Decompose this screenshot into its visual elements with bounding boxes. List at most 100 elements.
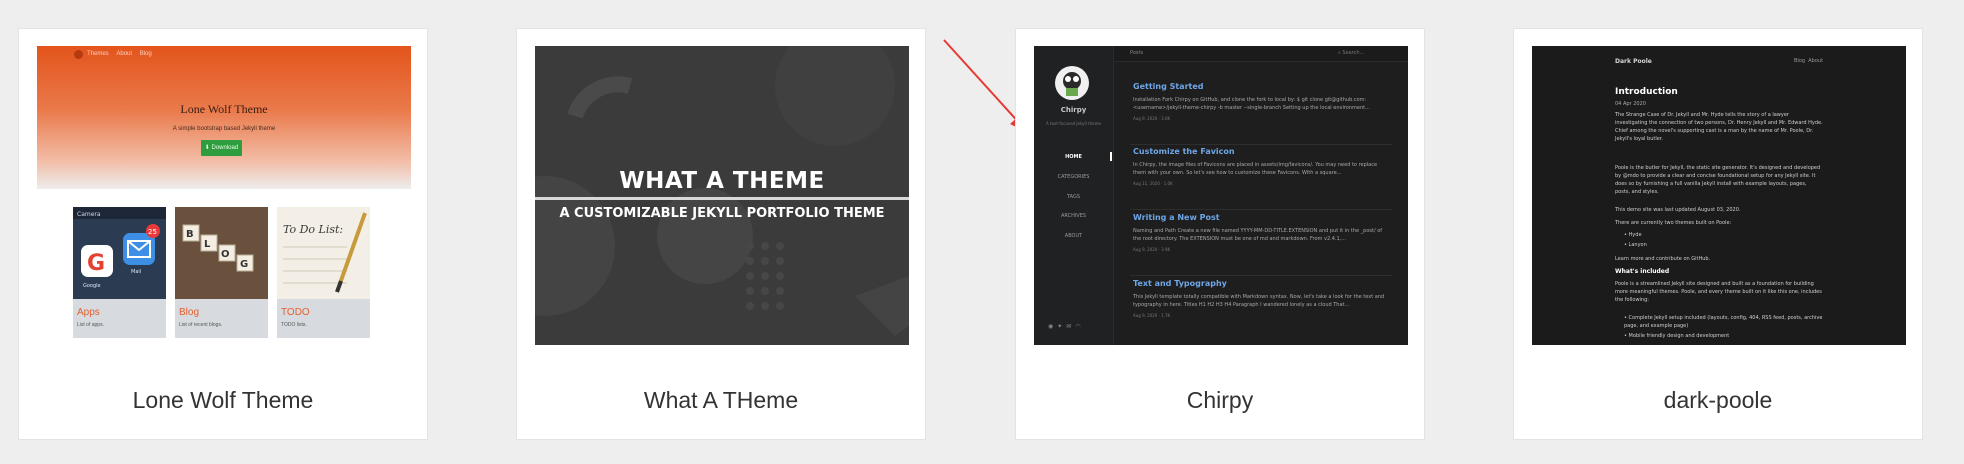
tile-caption: Apps (77, 307, 100, 318)
post-title: Customize the Favicon (1133, 147, 1235, 156)
post-separator (1130, 275, 1392, 276)
tile-desc: TODO lists. (281, 322, 307, 328)
theme-card-lone-wolf[interactable]: Themes About Blog Lone Wolf Theme A simp… (18, 28, 428, 440)
lone-wolf-preview: Themes About Blog Lone Wolf Theme A simp… (37, 46, 411, 345)
badge-count: 25 (148, 228, 157, 236)
post-excerpt: Installation Fork Chirpy on GitHub, and … (1133, 97, 1370, 111)
tile-desc: List of recent blogs. (179, 322, 223, 328)
email-icon: ✉ (1066, 323, 1076, 330)
theme-card-chirpy[interactable]: Chirpy A text-focused Jekyll theme HOME … (1015, 28, 1425, 440)
paragraph: There are currently two themes built on … (1615, 220, 1732, 226)
post-separator (1130, 144, 1392, 145)
nav-categories: CATEGORIES (1057, 174, 1090, 180)
list-item: • Mobile friendly design and development (1624, 333, 1730, 339)
tile-caption: Blog (179, 307, 200, 318)
theme-preview-image[interactable]: Themes About Blog Lone Wolf Theme A simp… (37, 46, 411, 345)
tile-apps: Camera G Google Mail 25 Apps List of app (73, 207, 166, 338)
post-meta: Aug 11, 2020 · 1.0K (1133, 181, 1173, 186)
post-title: Writing a New Post (1133, 213, 1220, 222)
preview-heading: WHAT A THEME (619, 168, 825, 194)
post-excerpt: In Chirpy, the image files of Favicons a… (1133, 162, 1378, 176)
post-item: Getting Started Installation Fork Chirpy… (1133, 82, 1388, 121)
svg-text:G: G (240, 259, 248, 270)
paragraph: Poole is a streamlined Jekyll site desig… (1615, 281, 1822, 303)
tile-todo: To Do List: TODO TODO lists. (277, 207, 370, 338)
post-meta: Aug 9, 2020 · 3.0K (1133, 116, 1171, 121)
theme-title[interactable]: Lone Wolf Theme (19, 387, 427, 414)
svg-text:Google: Google (83, 283, 101, 289)
post-excerpt: Naming and Path Create a new file named … (1133, 228, 1383, 242)
post-title: Text and Typography (1133, 279, 1227, 288)
theme-preview-image[interactable]: Chirpy A text-focused Jekyll theme HOME … (1034, 46, 1408, 345)
paragraph: This demo site was last updated August 0… (1615, 207, 1741, 213)
rss-icon: ◠ (1075, 323, 1085, 330)
svg-text:G: G (87, 251, 105, 276)
blog-blocks-image: BLOG (175, 207, 268, 299)
post-item: Customize the Favicon In Chirpy, the ima… (1133, 147, 1388, 186)
preview-subheading: A CUSTOMIZABLE JEKYLL PORTFOLIO THEME (559, 206, 885, 221)
svg-text:O: O (221, 249, 230, 260)
preview-brand: Dark Poole (1615, 58, 1652, 65)
theme-gallery: Themes About Blog Lone Wolf Theme A simp… (0, 0, 1964, 464)
active-indicator (1110, 152, 1112, 161)
svg-text:L: L (204, 239, 211, 250)
theme-title[interactable]: dark-poole (1514, 387, 1922, 414)
post-title: Getting Started (1133, 82, 1204, 91)
site-name: Chirpy (1060, 106, 1087, 114)
divider (535, 197, 909, 200)
nav-home: HOME (1065, 154, 1082, 160)
tile-desc: List of apps. (77, 322, 104, 328)
svg-text:B: B (186, 229, 194, 240)
site-tagline: A text-focused Jekyll theme (1046, 121, 1101, 126)
nav-archives: ARCHIVES (1060, 213, 1087, 219)
post-meta: Aug 9, 2020 · 3.9K (1133, 247, 1171, 252)
list-item: • Complete Jekyll setup included (layout… (1624, 315, 1823, 329)
paragraph: Poole is the butler for Jekyll, the stat… (1615, 165, 1821, 195)
search-icon: ⌕ (1338, 50, 1341, 56)
svg-text:Mail: Mail (131, 269, 141, 275)
phone-apps-image: Camera G Google Mail 25 (73, 207, 166, 299)
theme-card-what-a-theme[interactable]: WHAT A THEME A CUSTOMIZABLE JEKYLL PORTF… (516, 28, 926, 440)
preview-hero (37, 46, 411, 189)
todo-note-image: To Do List: (277, 207, 370, 299)
download-button: ⬇ Download (201, 140, 242, 156)
preview-nav: Blog About (1794, 58, 1824, 64)
nav-about: ABOUT (1064, 233, 1083, 239)
github-icon: ◉ (1048, 323, 1058, 330)
nav-tags: TAGS (1066, 194, 1081, 200)
avatar (1055, 66, 1089, 100)
chirpy-preview: Chirpy A text-focused Jekyll theme HOME … (1034, 46, 1408, 345)
camera-label: Camera (77, 211, 101, 218)
svg-text:To Do List:: To Do List: (283, 223, 343, 236)
breadcrumb: Posts (1130, 50, 1144, 56)
post-meta: Aug 9, 2020 · 1.7K (1133, 313, 1171, 318)
theme-card-dark-poole[interactable]: Dark Poole Blog About Introduction 04 Ap… (1513, 28, 1923, 440)
post-separator (1130, 209, 1392, 210)
decorative-shapes (535, 46, 909, 336)
post-item: Text and Typography This Jekyll template… (1133, 279, 1388, 318)
what-a-theme-preview: WHAT A THEME A CUSTOMIZABLE JEKYLL PORTF… (535, 46, 909, 345)
paragraph: Learn more and contribute on GitHub. (1615, 256, 1711, 262)
preview-heading: Lone Wolf Theme (180, 102, 268, 116)
preview-heading: Introduction (1615, 87, 1678, 97)
theme-preview-image[interactable]: WHAT A THEME A CUSTOMIZABLE JEKYLL PORTF… (535, 46, 909, 345)
preview-subheading: A simple bootstrap based Jekyll theme (172, 126, 276, 132)
list-item: • Lanyon (1624, 242, 1647, 248)
preview-date: 04 Apr 2020 (1615, 101, 1646, 107)
theme-title[interactable]: What A THeme (517, 387, 925, 414)
post-item: Writing a New Post Naming and Path Creat… (1133, 213, 1388, 252)
preview-nav: Themes About Blog (87, 51, 152, 57)
social-icons: ◉✦✉◠ (1048, 323, 1085, 330)
dark-poole-preview: Dark Poole Blog About Introduction 04 Ap… (1532, 46, 1906, 345)
tile-blog: BLOG Blog List of recent blogs. (175, 207, 268, 338)
sidebar: Chirpy A text-focused Jekyll theme HOME … (1034, 46, 1114, 345)
twitter-icon: ✦ (1057, 323, 1067, 330)
paragraph: The Strange Case of Dr. Jekyll and Mr. H… (1615, 112, 1823, 142)
theme-title[interactable]: Chirpy (1016, 387, 1424, 414)
post-excerpt: This Jekyll template totally compatible … (1133, 294, 1385, 308)
tile-caption: TODO (281, 307, 310, 318)
subheading: What's included (1615, 268, 1670, 275)
theme-preview-image[interactable]: Dark Poole Blog About Introduction 04 Ap… (1532, 46, 1906, 345)
list-item: • Hyde (1624, 232, 1642, 238)
search-field: ⌕ Search... (1338, 50, 1365, 56)
